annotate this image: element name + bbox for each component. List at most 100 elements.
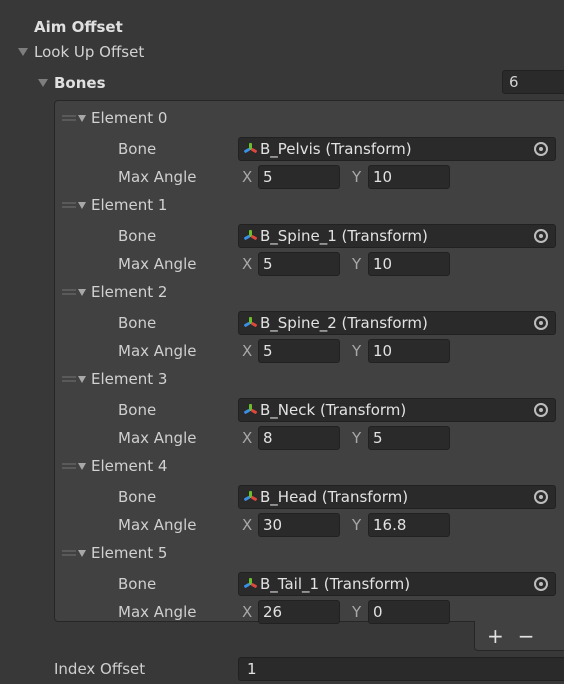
bone-object-field[interactable]: B_Pelvis (Transform)	[238, 137, 556, 161]
bone-label: Bone	[118, 401, 157, 419]
transform-icon	[243, 229, 258, 243]
max-angle-label: Max Angle	[118, 429, 197, 447]
bone-value: B_Head (Transform)	[260, 488, 409, 506]
transform-icon	[243, 490, 258, 504]
y-axis-label[interactable]: Y	[352, 255, 361, 273]
triangle-down-icon[interactable]	[38, 79, 48, 87]
bone-object-field[interactable]: B_Neck (Transform)	[238, 398, 556, 422]
max-angle-label: Max Angle	[118, 342, 197, 360]
drag-handle-icon[interactable]	[62, 550, 76, 556]
max-angle-y-field[interactable]: 10	[368, 339, 450, 363]
drag-handle-icon[interactable]	[62, 115, 76, 121]
max-angle-x-field[interactable]: 5	[258, 252, 340, 276]
y-axis-label[interactable]: Y	[352, 429, 361, 447]
element-label: Element 2	[91, 283, 168, 301]
max-angle-y-field[interactable]: 10	[368, 252, 450, 276]
list-item: Element 5 Bone B_Tail_1 (Transform) Max …	[0, 542, 564, 629]
bone-object-field[interactable]: B_Spine_1 (Transform)	[238, 224, 556, 248]
y-axis-label[interactable]: Y	[352, 516, 361, 534]
y-axis-label[interactable]: Y	[352, 168, 361, 186]
x-axis-label[interactable]: X	[242, 255, 252, 273]
triangle-down-icon[interactable]	[18, 48, 28, 56]
object-picker-icon[interactable]	[534, 403, 548, 417]
bone-label: Bone	[118, 227, 157, 245]
triangle-down-icon[interactable]	[78, 462, 86, 470]
max-angle-x-field[interactable]: 30	[258, 513, 340, 537]
bone-label: Bone	[118, 488, 157, 506]
object-picker-icon[interactable]	[534, 316, 548, 330]
bones-count-field[interactable]: 6	[502, 70, 564, 94]
list-item: Element 4 Bone B_Head (Transform) Max An…	[0, 455, 564, 542]
transform-icon	[243, 577, 258, 591]
bone-label: Bone	[118, 314, 157, 332]
element-label: Element 0	[91, 109, 168, 127]
object-picker-icon[interactable]	[534, 142, 548, 156]
bone-value: B_Tail_1 (Transform)	[260, 575, 411, 593]
bone-value: B_Neck (Transform)	[260, 401, 407, 419]
list-item: Element 3 Bone B_Neck (Transform) Max An…	[0, 368, 564, 455]
inspector-panel: Aim Offset Look Up Offset Bones 6 Elemen…	[0, 0, 564, 684]
x-axis-label[interactable]: X	[242, 342, 252, 360]
add-element-button[interactable]: +	[487, 626, 504, 646]
max-angle-y-field[interactable]: 0	[368, 600, 450, 624]
lookup-offset-label: Look Up Offset	[34, 43, 145, 61]
transform-icon	[243, 142, 258, 156]
list-footer: + −	[474, 621, 564, 651]
element-label: Element 3	[91, 370, 168, 388]
triangle-down-icon[interactable]	[78, 288, 86, 296]
object-picker-icon[interactable]	[534, 577, 548, 591]
element-label: Element 5	[91, 544, 168, 562]
object-picker-icon[interactable]	[534, 229, 548, 243]
drag-handle-icon[interactable]	[62, 376, 76, 382]
bone-object-field[interactable]: B_Spine_2 (Transform)	[238, 311, 556, 335]
max-angle-y-field[interactable]: 5	[368, 426, 450, 450]
bone-object-field[interactable]: B_Head (Transform)	[238, 485, 556, 509]
index-offset-field[interactable]: 1	[238, 657, 564, 681]
transform-icon	[243, 403, 258, 417]
drag-handle-icon[interactable]	[62, 463, 76, 469]
bone-label: Bone	[118, 140, 157, 158]
bone-label: Bone	[118, 575, 157, 593]
element-foldout[interactable]: Element 3	[62, 368, 167, 390]
max-angle-x-field[interactable]: 5	[258, 339, 340, 363]
x-axis-label[interactable]: X	[242, 516, 252, 534]
max-angle-x-field[interactable]: 8	[258, 426, 340, 450]
bone-value: B_Spine_2 (Transform)	[260, 314, 428, 332]
element-foldout[interactable]: Element 1	[62, 194, 167, 216]
element-foldout[interactable]: Element 2	[62, 281, 167, 303]
bone-value: B_Pelvis (Transform)	[260, 140, 412, 158]
max-angle-y-field[interactable]: 10	[368, 165, 450, 189]
bones-label: Bones	[54, 74, 106, 92]
max-angle-label: Max Angle	[118, 255, 197, 273]
list-item: Element 1 Bone B_Spine_1 (Transform) Max…	[0, 194, 564, 281]
triangle-down-icon[interactable]	[78, 114, 86, 122]
drag-handle-icon[interactable]	[62, 202, 76, 208]
object-picker-icon[interactable]	[534, 490, 548, 504]
element-foldout[interactable]: Element 0	[62, 107, 167, 129]
max-angle-label: Max Angle	[118, 516, 197, 534]
element-foldout[interactable]: Element 5	[62, 542, 167, 564]
x-axis-label[interactable]: X	[242, 168, 252, 186]
element-label: Element 4	[91, 457, 168, 475]
triangle-down-icon[interactable]	[78, 375, 86, 383]
index-offset-label: Index Offset	[54, 660, 146, 678]
max-angle-label: Max Angle	[118, 168, 197, 186]
y-axis-label[interactable]: Y	[352, 342, 361, 360]
x-axis-label[interactable]: X	[242, 603, 252, 621]
x-axis-label[interactable]: X	[242, 429, 252, 447]
y-axis-label[interactable]: Y	[352, 603, 361, 621]
lookup-offset-foldout[interactable]: Look Up Offset	[18, 41, 144, 63]
triangle-down-icon[interactable]	[78, 549, 86, 557]
max-angle-y-field[interactable]: 16.8	[368, 513, 450, 537]
max-angle-x-field[interactable]: 26	[258, 600, 340, 624]
bone-object-field[interactable]: B_Tail_1 (Transform)	[238, 572, 556, 596]
element-foldout[interactable]: Element 4	[62, 455, 167, 477]
bones-foldout[interactable]: Bones	[38, 72, 106, 94]
element-label: Element 1	[91, 196, 168, 214]
max-angle-x-field[interactable]: 5	[258, 165, 340, 189]
bone-value: B_Spine_1 (Transform)	[260, 227, 428, 245]
remove-element-button[interactable]: −	[518, 626, 535, 646]
drag-handle-icon[interactable]	[62, 289, 76, 295]
section-title: Aim Offset	[34, 18, 123, 36]
triangle-down-icon[interactable]	[78, 201, 86, 209]
